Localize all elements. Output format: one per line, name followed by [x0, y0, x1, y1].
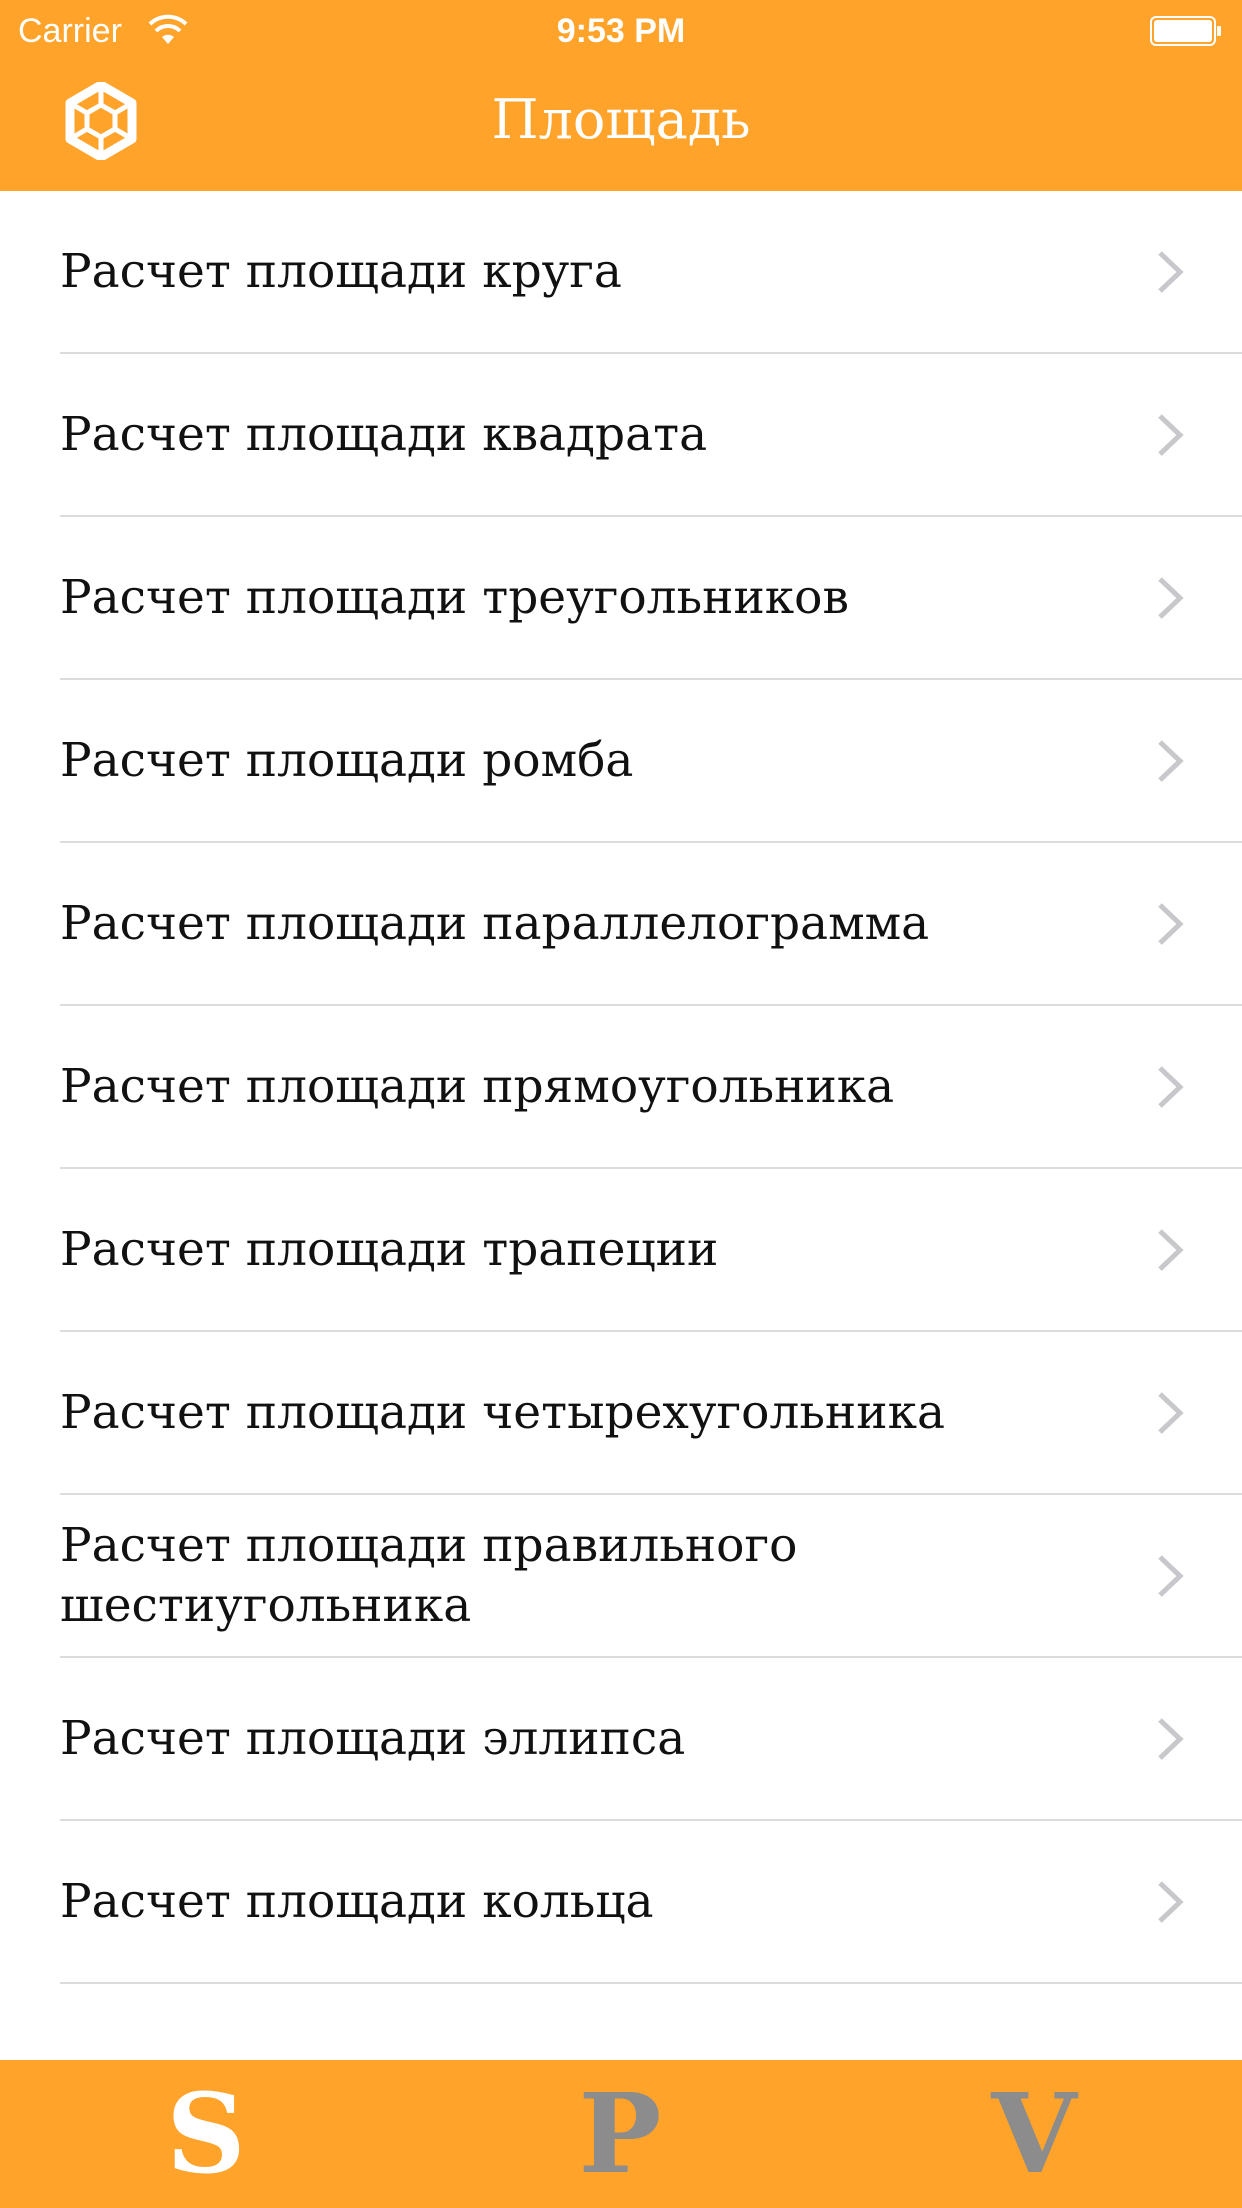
list-item-regular-hexagon[interactable]: Расчет площади правильного шестиугольник…	[60, 1495, 1242, 1658]
status-bar: Carrier 9:53 PM	[0, 0, 1242, 62]
list-item-square[interactable]: Расчет площади квадрата	[60, 354, 1242, 517]
tab-label: S	[166, 2069, 246, 2198]
list-item-parallelogram[interactable]: Расчет площади параллелограмма	[60, 843, 1242, 1006]
list-item-label: Расчет площади ромба	[60, 732, 634, 788]
chevron-right-icon	[1158, 1065, 1184, 1108]
tab-volume[interactable]: V	[914, 2060, 1154, 2208]
page-title: Площадь	[491, 88, 751, 151]
tab-perimeter[interactable]: P	[500, 2060, 740, 2208]
chevron-right-icon	[1158, 902, 1184, 945]
list-item-label: Расчет площади трапеции	[60, 1221, 719, 1277]
list-item-label: Расчет площади квадрата	[60, 406, 708, 462]
list-item-label: Расчет площади параллелограмма	[60, 895, 930, 951]
chevron-right-icon	[1158, 1717, 1184, 1760]
tab-bar: S P V	[0, 2060, 1242, 2208]
chevron-right-icon	[1158, 1554, 1184, 1597]
header: Carrier 9:53 PM Площадь	[0, 0, 1242, 191]
tab-area[interactable]: S	[86, 2060, 326, 2208]
list-item-triangles[interactable]: Расчет площади треугольников	[60, 517, 1242, 680]
list-item-circle[interactable]: Расчет площади круга	[60, 191, 1242, 354]
chevron-right-icon	[1158, 1391, 1184, 1434]
tab-label: V	[991, 2069, 1077, 2198]
chevron-right-icon	[1158, 576, 1184, 619]
list-item-ring[interactable]: Расчет площади кольца	[60, 1821, 1242, 1984]
chevron-right-icon	[1158, 1228, 1184, 1271]
area-formula-list: Расчет площади круга Расчет площади квад…	[0, 191, 1242, 1984]
chevron-right-icon	[1158, 1880, 1184, 1923]
chevron-right-icon	[1158, 250, 1184, 293]
list-item-quadrilateral[interactable]: Расчет площади четырехугольника	[60, 1332, 1242, 1495]
list-item-rectangle[interactable]: Расчет площади прямоугольника	[60, 1006, 1242, 1169]
battery-icon	[1150, 16, 1221, 46]
chevron-right-icon	[1158, 413, 1184, 456]
list-item-label: Расчет площади кольца	[60, 1873, 654, 1929]
list-item-rhombus[interactable]: Расчет площади ромба	[60, 680, 1242, 843]
list-item-label: Расчет площади треугольников	[60, 569, 849, 625]
screen: Carrier 9:53 PM Площадь Расчет площади к…	[0, 0, 1242, 2208]
list-item-ellipse[interactable]: Расчет площади эллипса	[60, 1658, 1242, 1821]
nav-bar: Площадь	[0, 62, 1242, 191]
chevron-right-icon	[1158, 739, 1184, 782]
clock: 9:53 PM	[556, 12, 686, 50]
list-item-label: Расчет площади правильного шестиугольник…	[60, 1517, 798, 1633]
list-item-trapezoid[interactable]: Расчет площади трапеции	[60, 1169, 1242, 1332]
list-item-label: Расчет площади четырехугольника	[60, 1384, 945, 1440]
list-item-label: Расчет площади эллипса	[60, 1710, 686, 1766]
list-item-label: Расчет площади прямоугольника	[60, 1058, 895, 1114]
tab-label: P	[578, 2069, 662, 2198]
list-item-label: Расчет площади круга	[60, 243, 622, 299]
